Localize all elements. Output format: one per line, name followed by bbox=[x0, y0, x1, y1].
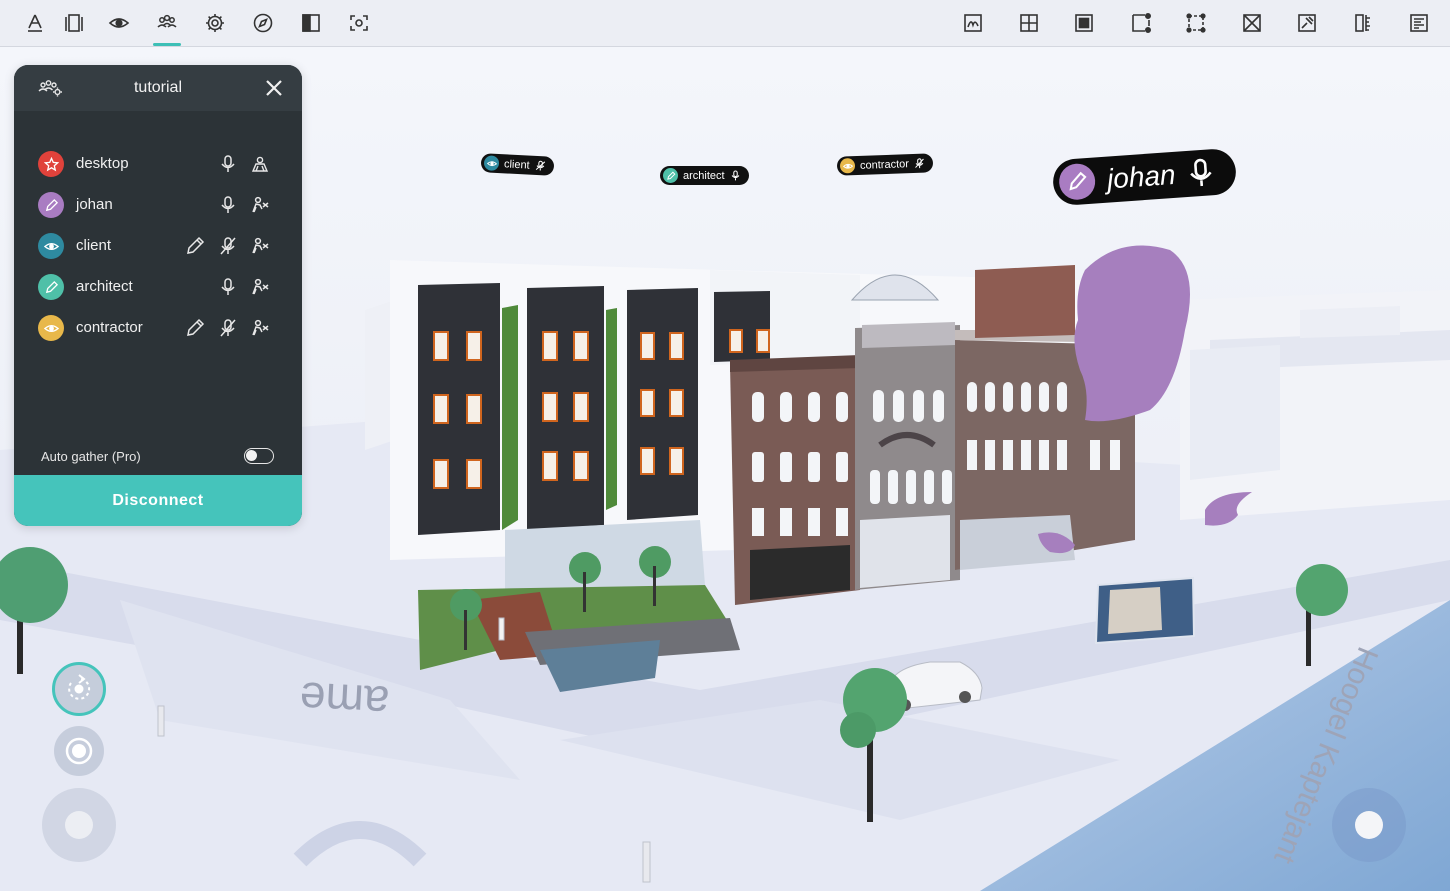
name-tag-label: architect bbox=[683, 169, 725, 182]
name-tag-label: johan bbox=[1105, 158, 1177, 195]
corner-select-icon[interactable] bbox=[1121, 0, 1161, 46]
eye-icon bbox=[839, 158, 856, 174]
star-icon bbox=[38, 151, 64, 177]
microphone-icon bbox=[1186, 157, 1214, 189]
participant-row-desktop[interactable]: desktop bbox=[14, 145, 302, 186]
properties-icon[interactable] bbox=[1399, 0, 1439, 46]
visibility-icon[interactable] bbox=[99, 0, 139, 46]
snapshot-icon[interactable] bbox=[339, 0, 379, 46]
close-icon[interactable] bbox=[264, 78, 284, 98]
microphone-muted-icon[interactable] bbox=[218, 236, 238, 256]
microphone-icon bbox=[730, 170, 741, 181]
microphone-muted-icon[interactable] bbox=[218, 318, 238, 338]
layers-icon[interactable] bbox=[54, 0, 94, 46]
follow-icon[interactable] bbox=[250, 195, 270, 215]
disconnect-button[interactable]: Disconnect bbox=[14, 475, 302, 526]
session-panel: tutorial desktop johan client architect … bbox=[14, 65, 302, 526]
name-tag-label: client bbox=[503, 157, 530, 172]
pencil-icon bbox=[663, 168, 678, 183]
top-toolbar bbox=[0, 0, 1450, 47]
participant-name: contractor bbox=[76, 319, 143, 336]
look-joystick[interactable] bbox=[1332, 788, 1406, 862]
toggle-knob bbox=[246, 450, 257, 461]
name-tag-architect: architect bbox=[660, 166, 749, 185]
follow-icon[interactable] bbox=[250, 277, 270, 297]
participant-row-johan[interactable]: johan bbox=[14, 186, 302, 227]
participant-list: desktop johan client architect contracto… bbox=[14, 145, 302, 350]
eye-icon bbox=[38, 315, 64, 341]
sketch-icon[interactable] bbox=[953, 0, 993, 46]
participant-row-contractor[interactable]: contractor bbox=[14, 309, 302, 350]
auto-gather-row: Auto gather (Pro) bbox=[14, 446, 302, 468]
settings-icon[interactable] bbox=[195, 0, 235, 46]
solid-box-icon[interactable] bbox=[1064, 0, 1104, 46]
pencil-icon bbox=[38, 192, 64, 218]
joystick-knob[interactable] bbox=[65, 811, 93, 839]
name-tag-client: client bbox=[480, 153, 555, 176]
auto-gather-toggle[interactable] bbox=[244, 448, 274, 464]
panel-title: tutorial bbox=[133, 79, 183, 96]
street-label: ame bbox=[298, 672, 390, 729]
orbit-icon bbox=[68, 674, 91, 700]
joystick-knob[interactable] bbox=[1355, 811, 1383, 839]
microphone-icon[interactable] bbox=[218, 154, 238, 174]
pin-icon[interactable] bbox=[1287, 0, 1327, 46]
compass-icon[interactable] bbox=[243, 0, 283, 46]
participant-name: client bbox=[76, 237, 112, 254]
pencil-icon[interactable] bbox=[185, 236, 205, 256]
bounding-box-icon[interactable] bbox=[1176, 0, 1216, 46]
measure-icon[interactable] bbox=[15, 0, 55, 46]
participant-name: architect bbox=[76, 278, 133, 295]
microphone-muted-icon bbox=[914, 158, 925, 169]
participant-name: johan bbox=[76, 196, 113, 213]
microphone-icon[interactable] bbox=[218, 277, 238, 297]
orbit-mode-button[interactable] bbox=[52, 662, 106, 716]
panel-header: tutorial bbox=[14, 65, 302, 111]
eye-icon bbox=[483, 155, 500, 172]
avatar-view-icon[interactable] bbox=[250, 154, 270, 174]
name-tag-contractor: contractor bbox=[836, 153, 934, 176]
pencil-icon bbox=[38, 274, 64, 300]
collaboration-icon[interactable] bbox=[147, 0, 187, 46]
microphone-icon[interactable] bbox=[218, 195, 238, 215]
section-icon[interactable] bbox=[291, 0, 331, 46]
participants-settings-icon[interactable] bbox=[38, 78, 64, 98]
movement-joystick[interactable] bbox=[42, 788, 116, 862]
name-tag-label: contractor bbox=[859, 157, 910, 172]
pencil-icon[interactable] bbox=[185, 318, 205, 338]
participant-row-client[interactable]: client bbox=[14, 227, 302, 268]
clear-box-icon[interactable] bbox=[1232, 0, 1272, 46]
target-icon bbox=[65, 737, 93, 765]
participant-name: desktop bbox=[76, 155, 129, 172]
auto-gather-label: Auto gather (Pro) bbox=[41, 449, 141, 464]
pencil-icon bbox=[1057, 162, 1097, 201]
walk-mode-button[interactable] bbox=[54, 726, 104, 776]
follow-icon[interactable] bbox=[250, 236, 270, 256]
follow-icon[interactable] bbox=[250, 318, 270, 338]
grid-plane-icon[interactable] bbox=[1009, 0, 1049, 46]
participant-row-architect[interactable]: architect bbox=[14, 268, 302, 309]
eye-icon bbox=[38, 233, 64, 259]
ruler-icon[interactable] bbox=[1343, 0, 1383, 46]
microphone-muted-icon bbox=[534, 160, 546, 172]
